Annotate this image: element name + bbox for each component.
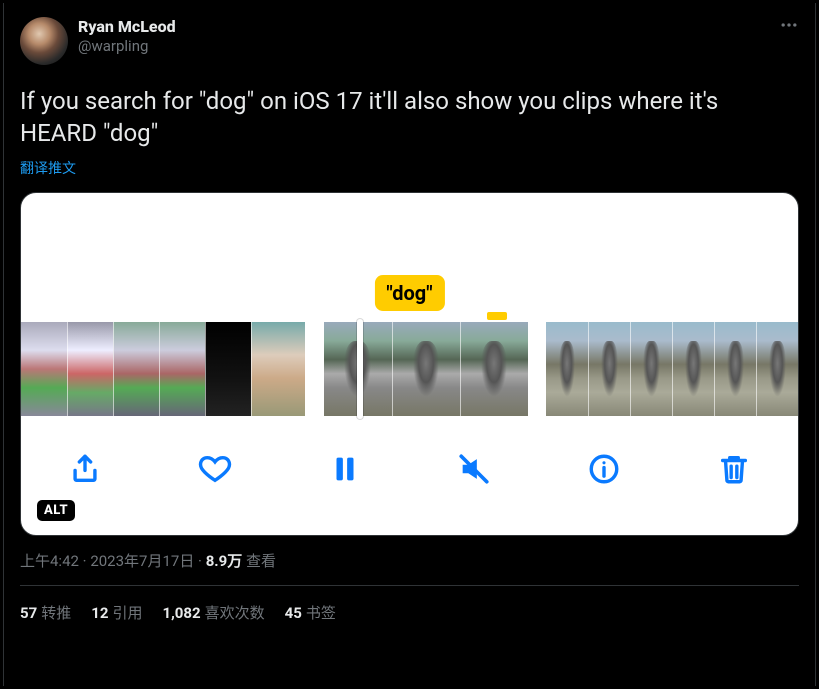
tweet-header: Ryan McLeod @warpling	[20, 17, 799, 65]
likes-stat[interactable]: 1,082喜欢次数	[162, 602, 264, 623]
pause-button[interactable]	[323, 447, 367, 491]
share-button[interactable]	[63, 447, 107, 491]
video-frame	[21, 322, 67, 416]
info-button[interactable]	[582, 447, 626, 491]
info-icon	[587, 452, 621, 486]
bookmarks-stat[interactable]: 45书签	[285, 602, 336, 623]
quotes-stat[interactable]: 12引用	[91, 602, 142, 623]
delete-button[interactable]	[712, 447, 756, 491]
clip-gap	[528, 322, 547, 416]
heart-icon	[198, 452, 232, 486]
video-frame	[460, 322, 528, 416]
video-frame	[756, 322, 798, 416]
views-count: 8.9万	[206, 552, 243, 570]
search-term-tooltip: "dog"	[374, 275, 444, 311]
timeline-playhead[interactable]	[357, 319, 363, 419]
clip-group	[324, 322, 528, 416]
video-frame	[588, 322, 630, 416]
tweet-text: If you search for "dog" on iOS 17 it'll …	[20, 85, 799, 150]
author-display-name: Ryan McLeod	[78, 17, 176, 37]
video-frame	[67, 322, 113, 416]
clip-group	[21, 322, 305, 416]
video-frame	[205, 322, 251, 416]
divider	[20, 585, 799, 586]
video-frame	[546, 322, 588, 416]
video-frame	[392, 322, 460, 416]
like-button[interactable]	[193, 447, 237, 491]
engagement-stats: 57转推 12引用 1,082喜欢次数 45书签	[20, 602, 799, 623]
more-options-button[interactable]	[779, 15, 799, 40]
tweet-date[interactable]: 2023年7月17日	[90, 552, 194, 570]
speaker-muted-icon	[457, 452, 491, 486]
media-attachment[interactable]: "dog"	[20, 192, 799, 536]
avatar[interactable]	[20, 17, 68, 65]
share-icon	[68, 452, 102, 486]
author-name-block[interactable]: Ryan McLeod @warpling	[78, 17, 176, 56]
video-frame	[630, 322, 672, 416]
clip-gap	[305, 322, 324, 416]
video-frame	[113, 322, 159, 416]
video-frame	[714, 322, 756, 416]
tooltip-marker	[487, 312, 507, 320]
translate-link[interactable]: 翻译推文	[20, 158, 76, 178]
alt-badge[interactable]: ALT	[37, 500, 75, 521]
video-frame	[672, 322, 714, 416]
video-frame	[251, 322, 305, 416]
media-toolbar	[21, 437, 798, 501]
tweet-meta: 上午4:42 · 2023年7月17日 · 8.9万 查看	[20, 550, 799, 571]
views-label: 查看	[246, 552, 276, 570]
clip-group	[546, 322, 798, 416]
trash-icon	[717, 452, 751, 486]
pause-icon	[328, 452, 362, 486]
retweets-stat[interactable]: 57转推	[20, 602, 71, 623]
mute-button[interactable]	[452, 447, 496, 491]
video-timeline[interactable]	[21, 322, 798, 416]
tweet-card: Ryan McLeod @warpling If you search for …	[3, 3, 816, 686]
tweet-time[interactable]: 上午4:42	[20, 552, 79, 570]
video-frame	[159, 322, 205, 416]
author-handle: @warpling	[78, 37, 176, 56]
